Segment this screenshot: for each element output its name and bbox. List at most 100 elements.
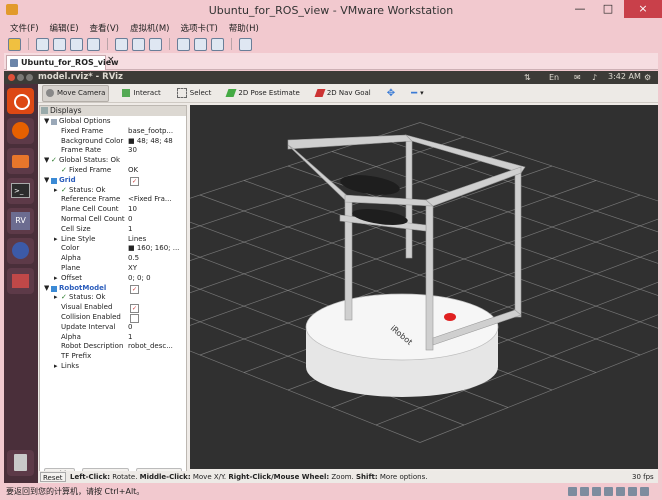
tab-close-button[interactable]: × — [107, 55, 115, 65]
window-close-icon[interactable] — [8, 74, 15, 81]
console-view-icon[interactable] — [211, 37, 224, 51]
cd-rom-icon[interactable] — [580, 487, 589, 496]
expanded-arrow-icon[interactable]: ▼ — [44, 117, 49, 127]
tree-row[interactable]: Normal Cell Count 0 — [40, 215, 186, 225]
menu-vm[interactable]: 虚拟机(M) — [130, 22, 169, 36]
tab-ubuntu-for-ros-view[interactable]: Ubuntu_for_ROS_view — [6, 55, 119, 70]
rviz-icon[interactable]: RV — [7, 208, 34, 234]
terminal-icon[interactable]: >_ — [7, 178, 34, 204]
tree-row[interactable]: ✓ Fixed Frame OK — [40, 166, 186, 176]
tree-row[interactable]: Reference Frame <Fixed Fra... — [40, 195, 186, 205]
guest-display[interactable]: model.rviz* - RViz ⇅ En ✉ ♪ 3:42 AM ⚙ >_… — [4, 71, 658, 483]
thumbnail-icon[interactable] — [132, 37, 145, 51]
enable-checkbox[interactable]: ✓ — [130, 304, 139, 314]
unity-icon[interactable] — [194, 37, 207, 51]
workspace-switcher-icon[interactable] — [7, 268, 34, 294]
stretch-icon[interactable] — [239, 37, 252, 51]
clock[interactable]: 3:42 AM — [608, 72, 641, 81]
window-maximize-icon[interactable] — [26, 74, 33, 81]
collapsed-arrow-icon[interactable]: ▸ — [54, 274, 58, 284]
gazebo-icon[interactable] — [7, 238, 34, 264]
tree-row[interactable]: Plane XY — [40, 264, 186, 274]
tree-row[interactable]: ▼ ✓ Global Status: Ok — [40, 156, 186, 166]
volume-icon[interactable]: ♪ — [592, 73, 597, 82]
tool-2d-pose-estimate[interactable]: 2D Pose Estimate — [224, 86, 302, 101]
network-icon[interactable]: ⇅ — [524, 73, 531, 82]
send-keys-icon[interactable] — [36, 37, 49, 51]
menu-help[interactable]: 帮助(H) — [229, 22, 259, 36]
mail-icon[interactable]: ✉ — [574, 73, 581, 82]
library-icon[interactable] — [115, 37, 128, 51]
collapsed-arrow-icon[interactable]: ▸ — [54, 235, 58, 245]
property-value[interactable]: ■ 160; 160; ... — [128, 244, 184, 254]
tool-remove[interactable]: ━ ▾ — [408, 86, 427, 101]
network-adapter-icon[interactable] — [592, 487, 601, 496]
3d-viewport[interactable]: iRobot — [190, 105, 658, 469]
minimize-button[interactable]: — — [566, 0, 594, 18]
property-value[interactable]: 30 — [128, 146, 184, 156]
power-icon[interactable] — [8, 37, 21, 51]
tree-row[interactable]: Robot Description robot_desc... — [40, 342, 186, 352]
window-minimize-icon[interactable] — [17, 74, 24, 81]
tool-select[interactable]: Select — [174, 86, 215, 101]
tree-row[interactable]: ▸ Links — [40, 362, 186, 372]
menu-tabs[interactable]: 选项卡(T) — [180, 22, 217, 36]
dash-home-icon[interactable] — [7, 88, 34, 114]
files-icon[interactable] — [7, 148, 34, 174]
property-value[interactable]: XY — [128, 264, 184, 274]
menu-file[interactable]: 文件(F) — [10, 22, 39, 36]
tree-row[interactable]: ▸ ✓ Status: Ok — [40, 186, 186, 196]
tool-interact[interactable]: Interact — [119, 86, 163, 101]
menu-view[interactable]: 查看(V) — [90, 22, 119, 36]
snapshot-icon[interactable] — [53, 37, 66, 51]
tree-row[interactable]: Fixed Frame base_footp... — [40, 127, 186, 137]
close-button[interactable]: × — [624, 0, 662, 18]
tree-row[interactable]: Color ■ 160; 160; ... — [40, 244, 186, 254]
tree-row[interactable]: Frame Rate 30 — [40, 146, 186, 156]
tree-row[interactable]: Alpha 1 — [40, 333, 186, 343]
enable-checkbox[interactable]: ✓ — [130, 176, 139, 186]
property-value[interactable]: 1 — [128, 333, 184, 343]
expanded-arrow-icon[interactable]: ▼ — [44, 176, 49, 186]
tree-row[interactable]: ▸ ✓ Status: Ok — [40, 293, 186, 303]
fullscreen-icon[interactable] — [177, 37, 190, 51]
enable-checkbox[interactable] — [130, 314, 139, 323]
property-value[interactable]: 0; 0; 0 — [128, 274, 184, 284]
expanded-arrow-icon[interactable]: ▼ — [44, 156, 49, 166]
settings-gear-icon[interactable]: ⚙ — [644, 73, 651, 82]
3d-scene[interactable]: iRobot — [190, 105, 658, 469]
menu-edit[interactable]: 编辑(E) — [50, 22, 79, 36]
property-value[interactable]: 10 — [128, 205, 184, 215]
property-value[interactable]: Lines — [128, 235, 184, 245]
tree-row[interactable]: Plane Cell Count 10 — [40, 205, 186, 215]
usb-icon[interactable] — [604, 487, 613, 496]
tool-2d-nav-goal[interactable]: 2D Nav Goal — [313, 86, 374, 101]
tool-move-camera[interactable]: Move Camera — [42, 84, 110, 102]
tree-row[interactable]: Visual Enabled ✓ — [40, 303, 186, 314]
tree-row[interactable]: Background Color ■ 48; 48; 48 — [40, 137, 186, 147]
property-value[interactable]: 0.5 — [128, 254, 184, 264]
tree-row[interactable]: ▸ Line Style Lines — [40, 235, 186, 245]
enable-checkbox[interactable]: ✓ — [130, 284, 139, 294]
tabs-icon[interactable] — [149, 37, 162, 51]
tool-add[interactable]: ✥ — [384, 86, 398, 101]
snapshot-manager-icon[interactable] — [87, 37, 100, 51]
property-value[interactable]: <Fixed Fra... — [128, 195, 184, 205]
expanded-arrow-icon[interactable]: ▼ — [44, 284, 49, 294]
sound-icon[interactable] — [616, 487, 625, 496]
printer-icon[interactable] — [628, 487, 637, 496]
tree-row[interactable]: TF Prefix — [40, 352, 186, 362]
property-value[interactable]: robot_desc... — [128, 342, 184, 352]
keyboard-icon[interactable]: En — [549, 73, 559, 82]
trash-icon[interactable] — [7, 450, 34, 476]
display-icon[interactable] — [640, 487, 649, 496]
hard-disk-icon[interactable] — [568, 487, 577, 496]
tree-row[interactable]: Update Interval 0 — [40, 323, 186, 333]
collapsed-arrow-icon[interactable]: ▸ — [54, 293, 58, 303]
property-value[interactable]: 1 — [128, 225, 184, 235]
tree-row[interactable]: Collision Enabled — [40, 313, 186, 323]
reset-button[interactable]: Reset — [40, 472, 66, 482]
tree-row[interactable]: ▼ RobotModel ✓ — [40, 284, 186, 294]
tree-row[interactable]: Alpha 0.5 — [40, 254, 186, 264]
revert-snapshot-icon[interactable] — [70, 37, 83, 51]
